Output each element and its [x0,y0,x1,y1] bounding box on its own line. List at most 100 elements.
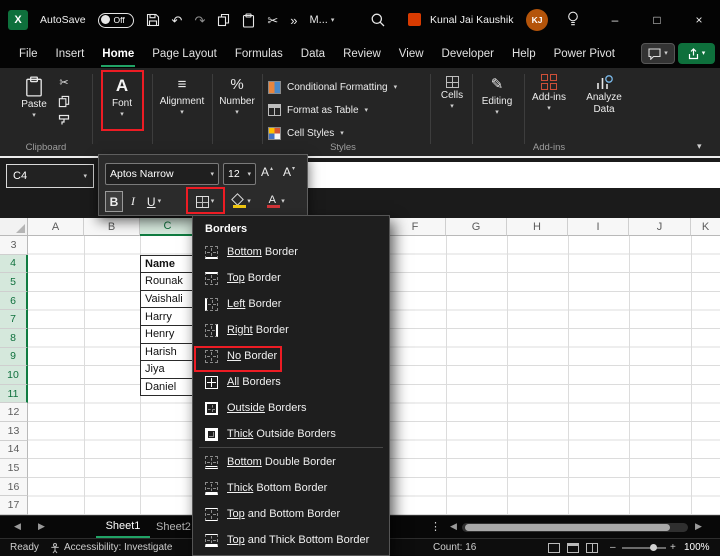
undo-icon[interactable]: ↶ [172,14,183,27]
maximize-button[interactable]: □ [642,7,672,33]
row-header-10[interactable]: 10 [0,366,28,385]
cell-C8[interactable]: Henry [140,325,197,344]
cell-C10[interactable]: Jiya [140,360,197,379]
tab-formulas[interactable]: Formulas [226,40,292,68]
cell-styles-button[interactable]: Cell Styles ▾ [268,122,344,144]
zoom-out-icon[interactable]: – [610,542,616,553]
format-as-table-button[interactable]: Format as Table ▾ [268,99,368,121]
hscroll-right-icon[interactable]: ▶ [695,521,702,532]
row-header-8[interactable]: 8 [0,329,28,348]
tab-splitter-icon[interactable]: ⋮ [430,520,441,533]
cells-group-button[interactable]: Cells ▾ [434,76,470,110]
tab-developer[interactable]: Developer [433,40,503,68]
cut-icon[interactable]: ✂ [267,14,278,27]
fill-color-button[interactable]: ▾ [227,191,255,212]
cell-C6[interactable]: Vaishali [140,290,197,309]
autosave-toggle[interactable]: Off [98,13,134,28]
column-header-j[interactable]: J [629,218,691,236]
tab-page-layout[interactable]: Page Layout [143,40,226,68]
decrease-font-size-button[interactable]: A▾ [283,163,295,185]
row-header-13[interactable]: 13 [0,422,28,441]
tab-insert[interactable]: Insert [47,40,94,68]
tab-review[interactable]: Review [334,40,390,68]
tab-sheet2[interactable]: Sheet2 [156,516,192,538]
close-button[interactable]: × [684,7,714,33]
column-header-i[interactable]: I [568,218,629,236]
share-button[interactable]: ▾ [678,43,715,64]
horizontal-scrollbar[interactable] [462,523,688,532]
row-header-9[interactable]: 9 [0,348,28,367]
accessibility-status[interactable]: Accessibility: Investigate [64,542,172,553]
ribbon-collapse-icon[interactable]: ▾ [697,142,702,151]
cell-C7[interactable]: Harry [140,307,197,326]
tab-help[interactable]: Help [503,40,545,68]
tab-data[interactable]: Data [292,40,334,68]
row-header-7[interactable]: 7 [0,310,28,329]
number-group-button[interactable]: % Number ▾ [214,76,260,116]
menu-item-left-border[interactable]: Left Border [193,291,389,317]
tab-file[interactable]: File [10,40,47,68]
select-all-corner[interactable] [0,218,28,236]
qat-overflow-icon[interactable]: » [290,14,297,27]
add-ins-button[interactable]: Add-ins ▾ [527,74,571,112]
redo-icon[interactable]: ↷ [194,14,205,27]
menu-item-thick-bottom-border[interactable]: Thick Bottom Border [193,475,389,501]
menu-item-top-border[interactable]: Top Border [193,265,389,291]
underline-button[interactable]: U ▾ [142,191,166,212]
font-name-combo[interactable]: Aptos Narrow ▾ [105,163,219,185]
column-header-b[interactable]: B [84,218,140,236]
sheet-nav-forward-icon[interactable]: ▶ [38,521,45,532]
tab-sheet1[interactable]: Sheet1 [96,516,150,538]
zoom-level[interactable]: 100% [684,542,710,553]
cell-C4[interactable]: Name [140,255,197,274]
menu-item-top-and-bottom-border[interactable]: Top and Bottom Border [193,501,389,527]
column-header-a[interactable]: A [28,218,84,236]
zoom-slider[interactable] [622,547,666,549]
row-header-6[interactable]: 6 [0,292,28,311]
hscroll-left-icon[interactable]: ◀ [450,521,457,532]
save-icon[interactable] [146,13,160,27]
cell-C9[interactable]: Harish [140,343,197,362]
cell-C11[interactable]: Daniel [140,378,197,397]
tab-home[interactable]: Home [93,40,143,68]
horizontal-scrollbar-thumb[interactable] [465,524,670,531]
row-header-3[interactable]: 3 [0,236,28,255]
avatar[interactable]: KJ [526,9,548,31]
page-break-view-icon[interactable] [586,543,598,553]
lightbulb-icon[interactable] [567,11,579,28]
paste-icon[interactable] [242,13,255,28]
column-header-c[interactable]: C [140,218,196,236]
row-header-16[interactable]: 16 [0,478,28,497]
menu-item-right-border[interactable]: Right Border [193,317,389,343]
copy-icon[interactable] [58,95,70,108]
row-header-14[interactable]: 14 [0,441,28,460]
column-header-h[interactable]: H [507,218,568,236]
user-name[interactable]: Kunal Jai Kaushik [430,14,513,26]
minimize-button[interactable]: – [600,7,630,33]
row-header-15[interactable]: 15 [0,459,28,478]
row-header-4[interactable]: 4 [0,255,28,274]
alignment-group-button[interactable]: ≡ Alignment ▾ [156,76,208,116]
analyze-data-button[interactable]: Analyze Data [578,74,630,115]
tab-view[interactable]: View [390,40,433,68]
bold-button[interactable]: B [105,191,123,212]
qat-more-button[interactable]: M...▾ [310,14,335,26]
row-header-11[interactable]: 11 [0,385,28,404]
page-layout-view-icon[interactable] [567,543,579,553]
conditional-formatting-button[interactable]: Conditional Formatting ▾ [268,76,397,98]
zoom-in-icon[interactable]: + [670,542,676,553]
normal-view-icon[interactable] [548,543,560,553]
increase-font-size-button[interactable]: A▴ [261,163,273,185]
menu-item-top-and-thick-bottom-border[interactable]: Top and Thick Bottom Border [193,527,389,553]
paste-button[interactable]: Paste ▾ [14,76,54,119]
row-header-12[interactable]: 12 [0,403,28,422]
format-painter-icon[interactable] [58,114,70,126]
font-color-button[interactable]: A ▾ [261,191,289,212]
search-icon[interactable] [370,12,386,28]
tab-power-pivot[interactable]: Power Pivot [545,40,624,68]
copy-icon[interactable] [217,13,230,27]
zoom-slider-knob[interactable] [650,544,657,551]
menu-item-outside-borders[interactable]: Outside Borders [193,395,389,421]
italic-button[interactable]: I [126,191,140,212]
menu-item-bottom-double-border[interactable]: Bottom Double Border [193,449,389,475]
